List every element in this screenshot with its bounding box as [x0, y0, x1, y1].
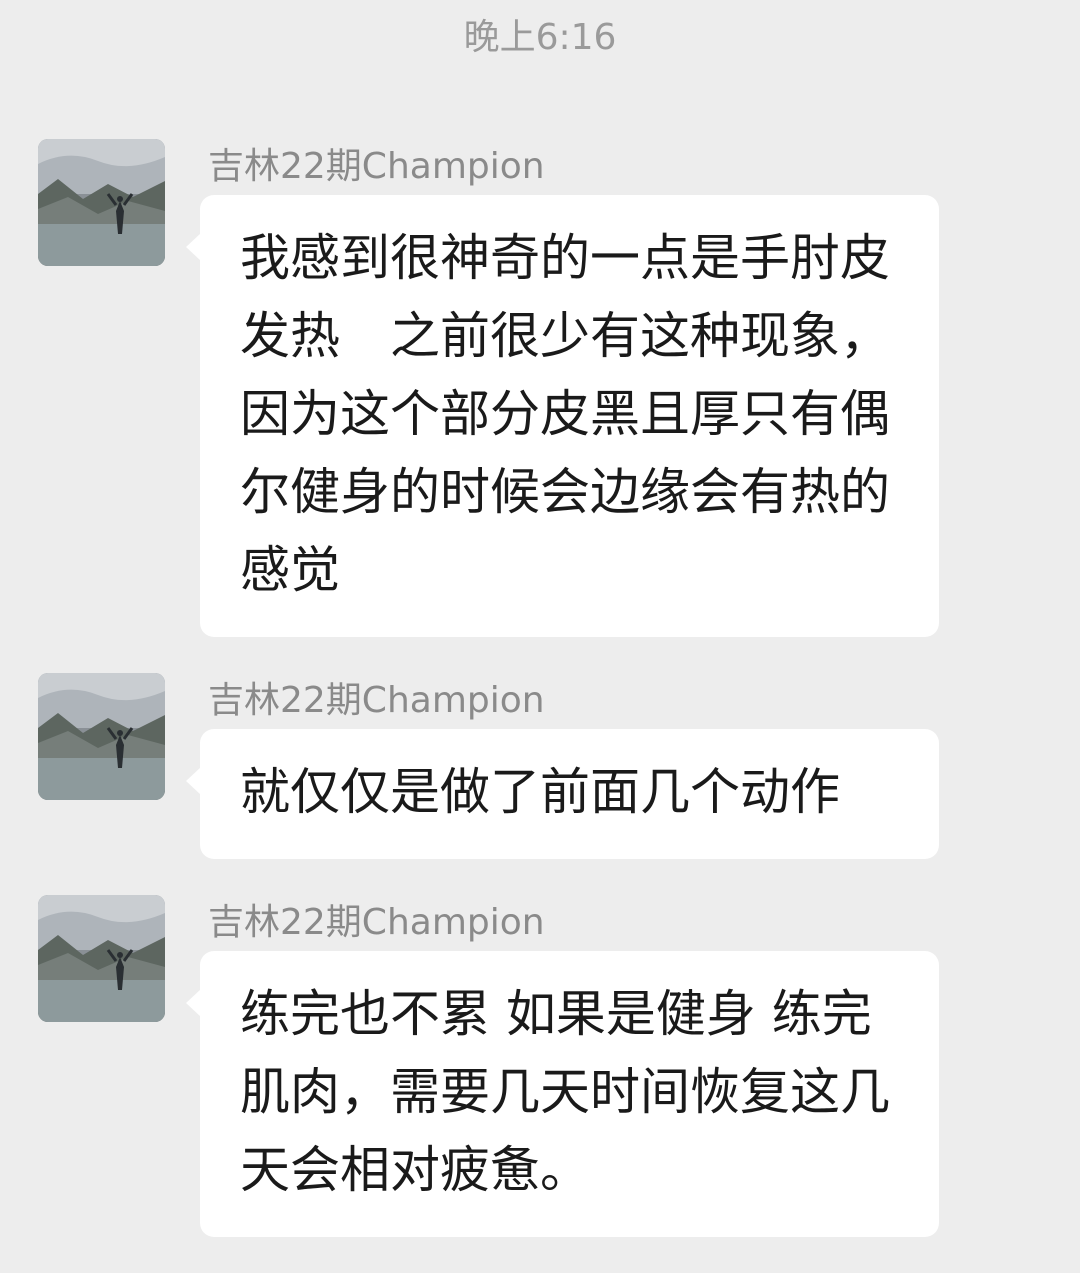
avatar-landscape-photo: [38, 895, 165, 1022]
message-bubble[interactable]: 练完也不累 如果是健身 练完肌肉，需要几天时间恢复这几天会相对疲惫。: [186, 951, 939, 1237]
message-bubble[interactable]: 我感到很神奇的一点是手肘皮发热 之前很少有这种现象，因为这个部分皮黑且厚只有偶尔…: [186, 195, 939, 637]
avatar[interactable]: [38, 673, 165, 800]
avatar[interactable]: [38, 895, 165, 1022]
sender-name: 吉林22期Champion: [208, 902, 545, 943]
avatar-landscape-photo: [38, 673, 165, 800]
chat-timestamp: 晚上6:16: [463, 17, 617, 58]
chat-message: 吉林22期Champion 我感到很神奇的一点是手肘皮发热 之前很少有这种现象，…: [0, 139, 1080, 639]
chat-message: 吉林22期Champion 就仅仅是做了前面几个动作: [0, 673, 1080, 863]
chat-message: 吉林22期Champion 练完也不累 如果是健身 练完肌肉，需要几天时间恢复这…: [0, 895, 1080, 1240]
message-bubble[interactable]: 就仅仅是做了前面几个动作: [186, 729, 939, 859]
avatar-landscape-photo: [38, 139, 165, 266]
sender-name: 吉林22期Champion: [208, 146, 545, 187]
sender-name: 吉林22期Champion: [208, 680, 545, 721]
avatar[interactable]: [38, 139, 165, 266]
